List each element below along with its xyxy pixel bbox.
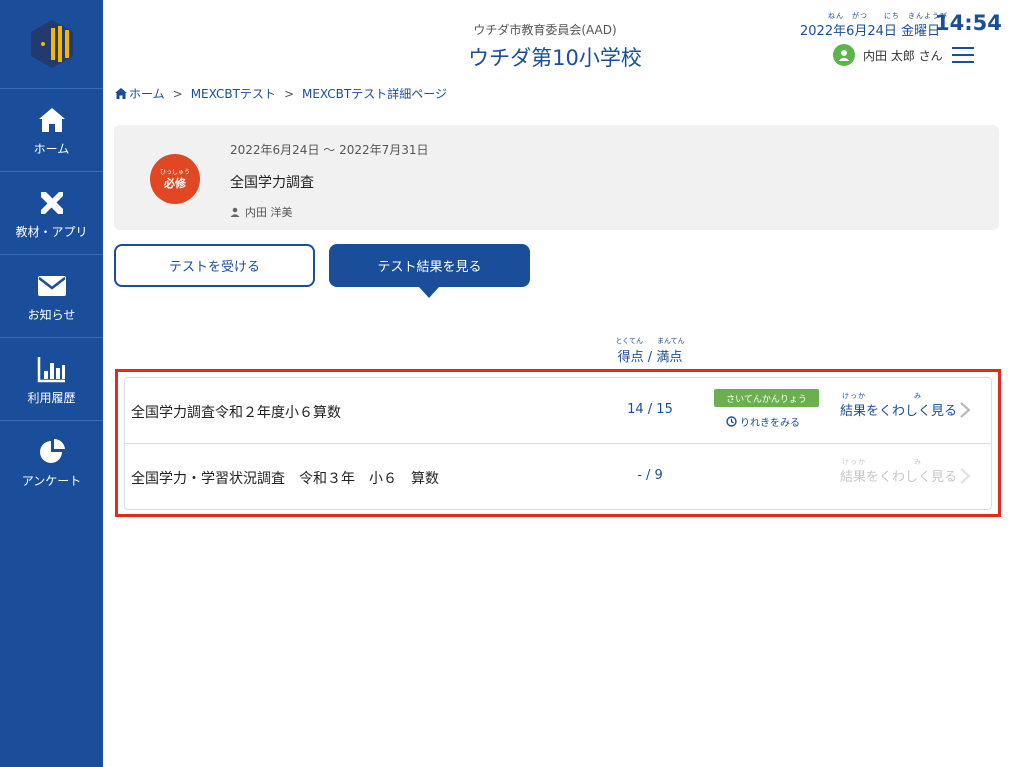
bar-chart-icon — [37, 356, 65, 382]
user-info[interactable]: 内田 太郎 さん — [833, 44, 943, 66]
mail-icon — [37, 275, 66, 296]
pie-chart-icon — [39, 438, 65, 463]
breadcrumb-current: MEXCBTテスト詳細ページ — [302, 87, 447, 101]
chevron-right-icon[interactable] — [959, 401, 971, 419]
sidebar-item-materials[interactable]: 教材・アプリ — [0, 172, 103, 255]
hamburger-menu-icon[interactable] — [952, 47, 974, 65]
tab-view-results[interactable]: テスト結果を見る — [329, 244, 530, 287]
result-row: 全国学力・学習状況調査 令和３年 小６ 算数 - / 9 けっか み 結果をくわ… — [125, 444, 991, 510]
results-list: 全国学力調査令和２年度小６算数 14 / 15 さいてんかんりょう りれきをみる… — [124, 377, 992, 510]
teacher-info: 内田 洋美 — [230, 204, 293, 220]
sidebar-item-label: ホーム — [33, 141, 70, 156]
school-name: ウチダ第10小学校 — [468, 46, 642, 70]
grading-complete-tag: さいてんかんりょう — [714, 389, 819, 407]
sidebar-item-label: お知らせ — [27, 307, 76, 322]
result-name: 全国学力調査令和２年度小６算数 — [131, 405, 341, 421]
required-badge-ruby: ひっしゅう — [159, 168, 190, 176]
user-name: 内田 太郎 さん — [863, 48, 943, 63]
sidebar-item-home[interactable]: ホーム — [0, 89, 103, 172]
tab-take-test[interactable]: テストを受ける — [114, 244, 315, 287]
tab-label: テスト結果を見る — [377, 260, 482, 275]
sidebar-item-history[interactable]: 利用履歴 — [0, 338, 103, 421]
breadcrumb-mexcbt[interactable]: MEXCBTテスト — [191, 85, 276, 102]
history-link[interactable]: りれきをみる — [726, 414, 800, 429]
result-row: 全国学力調査令和２年度小６算数 14 / 15 さいてんかんりょう りれきをみる… — [125, 378, 991, 444]
required-badge: ひっしゅう 必修 — [150, 154, 200, 204]
active-tab-indicator — [419, 287, 439, 298]
current-time: 14:54 — [935, 11, 1002, 35]
score-header-label: 得点 / 満点 — [617, 350, 683, 365]
details-label: 結果をくわしく見る — [840, 404, 958, 419]
app-logo[interactable] — [0, 0, 103, 89]
details-ruby: けっか み — [842, 392, 922, 400]
view-details-link: けっか み 結果をくわしく見る — [840, 458, 958, 485]
current-date: 2022年6月24日 金曜日 — [800, 24, 941, 39]
breadcrumb-separator: > — [172, 86, 183, 101]
score-column-header: とくてん まんてん 得点 / 満点 — [605, 336, 695, 365]
teacher-name: 内田 洋美 — [245, 206, 293, 219]
result-score: 14 / 15 — [627, 402, 673, 417]
tools-icon — [40, 191, 63, 214]
sidebar-item-notices[interactable]: お知らせ — [0, 255, 103, 338]
sidebar-item-label: 教材・アプリ — [15, 224, 88, 239]
sidebar-item-label: アンケート — [21, 474, 82, 488]
person-icon — [230, 207, 240, 217]
breadcrumb-home[interactable]: ホーム — [129, 85, 165, 102]
home-icon — [115, 88, 127, 99]
breadcrumb-separator: > — [283, 86, 294, 101]
chevron-right-icon — [960, 468, 971, 484]
sidebar: ホーム 教材・アプリ お知らせ 利用履歴 アンケート — [0, 0, 103, 767]
result-name: 全国学力・学習状況調査 令和３年 小６ 算数 — [131, 471, 439, 487]
required-badge-label: 必修 — [164, 176, 186, 190]
details-label: 結果をくわしく見る — [840, 470, 958, 485]
details-ruby: けっか み — [842, 458, 922, 466]
home-icon — [38, 107, 65, 132]
view-details-link[interactable]: けっか み 結果をくわしく見る — [840, 392, 958, 419]
test-title: 全国学力調査 — [230, 175, 314, 191]
results-highlight-box: 全国学力調査令和２年度小６算数 14 / 15 さいてんかんりょう りれきをみる… — [115, 369, 1001, 517]
clock-icon — [726, 416, 737, 427]
user-avatar-icon — [833, 44, 855, 66]
breadcrumb: ホーム > MEXCBTテスト > MEXCBTテスト詳細ページ — [115, 85, 447, 102]
tab-label: テストを受ける — [168, 260, 260, 275]
logo-icon — [30, 20, 73, 68]
organization-name: ウチダ市教育委員会(AAD) — [473, 23, 617, 37]
test-info-card: ひっしゅう 必修 2022年6月24日 〜 2022年7月31日 全国学力調査 … — [114, 125, 999, 230]
sidebar-item-survey[interactable]: アンケート — [0, 421, 103, 504]
test-period: 2022年6月24日 〜 2022年7月31日 — [230, 143, 429, 157]
score-header-ruby: とくてん まんてん — [615, 337, 685, 345]
history-link-label: りれきをみる — [740, 418, 800, 429]
result-score: - / 9 — [637, 468, 663, 483]
sidebar-item-label: 利用履歴 — [27, 390, 76, 405]
